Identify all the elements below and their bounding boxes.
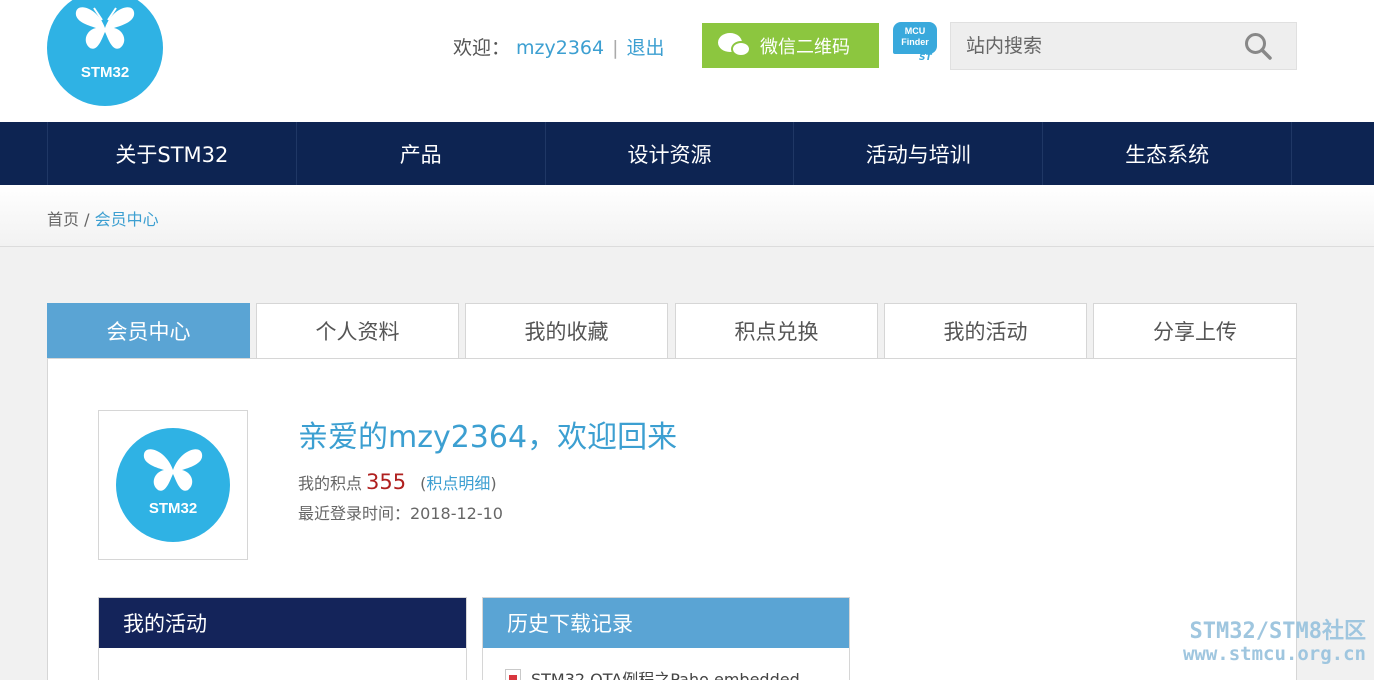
wechat-qr-button[interactable]: 微信二维码 [702, 23, 879, 68]
wechat-button-label: 微信二维码 [760, 36, 850, 58]
nav-item-ecosystem[interactable]: 生态系统 [1043, 122, 1292, 185]
points-value: 355 [366, 470, 407, 494]
st-logo: ST [919, 53, 932, 63]
butterfly-icon [143, 449, 203, 491]
download-item[interactable]: STM32 OTA例程之Paho embedded [505, 666, 800, 680]
logo-text: STM32 [80, 64, 130, 81]
stm32-logo[interactable]: STM32 [47, 0, 163, 106]
nav-item-design-resources[interactable]: 设计资源 [546, 122, 795, 185]
watermark-line2: www.stmcu.org.cn [1182, 643, 1366, 665]
points-line: 我的积点 355 (积点明细) [298, 470, 497, 494]
breadcrumb-home[interactable]: 首页 [47, 210, 79, 229]
nav-item-products[interactable]: 产品 [297, 122, 546, 185]
avatar-logo: STM32 [116, 428, 230, 542]
points-detail-link[interactable]: 积点明细 [426, 474, 490, 493]
points-label: 我的积点 [298, 474, 363, 493]
my-activities-title: 我的活动 [99, 598, 466, 648]
search-icon[interactable] [1244, 32, 1272, 60]
tab-favorites[interactable]: 我的收藏 [465, 303, 668, 359]
tab-share-upload[interactable]: 分享上传 [1093, 303, 1297, 359]
mcu-finder-icon: MCU Finder [893, 22, 937, 54]
username-link[interactable]: mzy2364 [516, 37, 604, 59]
logout-link[interactable]: 退出 [627, 37, 665, 59]
watermark: STM32/STM8社区 www.stmcu.org.cn [1182, 619, 1366, 666]
tab-my-activities[interactable]: 我的活动 [884, 303, 1087, 359]
avatar-text: STM32 [148, 500, 198, 517]
download-history-box: 历史下载记录 STM32 OTA例程之Paho embedded [482, 597, 850, 680]
watermark-line1: STM32/STM8社区 [1189, 619, 1366, 644]
divider: | [612, 37, 619, 59]
greeting-title: 亲爱的mzy2364，欢迎回来 [298, 420, 678, 455]
breadcrumb-separator: / [79, 210, 95, 229]
tab-points-exchange[interactable]: 积点兑换 [675, 303, 878, 359]
wechat-icon [718, 32, 752, 59]
mcu-finder-link[interactable]: MCU Finder ST [893, 22, 939, 66]
welcome-label: 欢迎： [453, 37, 511, 59]
points-detail-close: ) [490, 474, 497, 493]
breadcrumb: 首页 / 会员中心 [47, 206, 159, 230]
nav-item-events[interactable]: 活动与培训 [794, 122, 1044, 185]
main-nav: 关于STM32 产品 设计资源 活动与培训 生态系统 [0, 122, 1374, 185]
tab-member-center[interactable]: 会员中心 [47, 303, 250, 359]
breadcrumb-current[interactable]: 会员中心 [95, 210, 159, 229]
last-login: 最近登录时间：2018-12-10 [298, 504, 503, 523]
my-activities-box: 我的活动 [98, 597, 467, 680]
butterfly-icon [75, 7, 135, 49]
download-history-title: 历史下载记录 [483, 598, 849, 648]
site-header: STM32 欢迎： mzy2364 | 退出 微信二维码 MCU Finder ST [0, 0, 1374, 122]
nav-item-about[interactable]: 关于STM32 [48, 122, 297, 185]
tab-profile[interactable]: 个人资料 [256, 303, 459, 359]
download-item-title: STM32 OTA例程之Paho embedded [531, 670, 800, 680]
search-input[interactable] [951, 23, 1241, 69]
pdf-icon [505, 669, 521, 680]
avatar: STM32 [98, 410, 248, 560]
welcome-bar: 欢迎： mzy2364 | 退出 [453, 33, 665, 60]
search-box [950, 22, 1297, 70]
breadcrumb-bar: 首页 / 会员中心 [0, 185, 1374, 247]
member-tabs: 会员中心 个人资料 我的收藏 积点兑换 我的活动 分享上传 [47, 303, 1297, 359]
